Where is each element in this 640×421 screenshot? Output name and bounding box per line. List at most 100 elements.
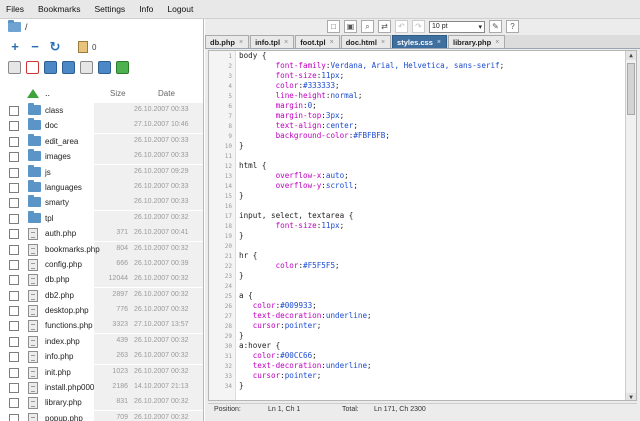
item-name[interactable]: config.php bbox=[45, 260, 82, 269]
size-column-header[interactable]: Size bbox=[110, 89, 126, 98]
item-name[interactable]: info.php bbox=[45, 352, 73, 361]
scroll-up-icon[interactable]: ▲ bbox=[626, 51, 636, 60]
scroll-down-icon[interactable]: ▼ bbox=[626, 393, 636, 400]
row-checkbox[interactable] bbox=[9, 398, 19, 409]
row-checkbox[interactable] bbox=[9, 413, 19, 421]
save-icon[interactable]: ▣ bbox=[344, 20, 357, 33]
copy-icon[interactable] bbox=[8, 61, 21, 74]
row-checkbox[interactable] bbox=[9, 367, 19, 378]
row-checkbox[interactable] bbox=[9, 182, 19, 193]
row-checkbox[interactable] bbox=[9, 352, 19, 363]
tab-library-php[interactable]: library.php × bbox=[448, 35, 506, 48]
tab-doc-html[interactable]: doc.html × bbox=[340, 35, 392, 48]
row-checkbox[interactable] bbox=[9, 198, 19, 209]
up-arrow-icon[interactable] bbox=[27, 89, 39, 98]
row-checkbox[interactable] bbox=[9, 244, 19, 255]
replace-icon[interactable]: ⇄ bbox=[378, 20, 391, 33]
close-icon[interactable]: × bbox=[239, 39, 243, 46]
list-item[interactable]: desktop.php 776 26.10.2007 00:32 bbox=[0, 303, 203, 319]
vertical-scrollbar[interactable]: ▲ ▼ bbox=[625, 51, 636, 400]
new-folder-icon[interactable] bbox=[98, 61, 111, 74]
list-item[interactable]: images 26.10.2007 00:33 bbox=[0, 149, 203, 165]
new-file-icon[interactable]: □ bbox=[327, 20, 340, 33]
row-checkbox[interactable] bbox=[9, 229, 19, 240]
cut-icon[interactable] bbox=[26, 61, 39, 74]
item-name[interactable]: desktop.php bbox=[45, 306, 89, 315]
redo-icon[interactable]: ↷ bbox=[412, 20, 425, 33]
tab-db-php[interactable]: db.php × bbox=[205, 35, 250, 48]
list-item[interactable]: config.php 666 26.10.2007 00:39 bbox=[0, 256, 203, 272]
list-item[interactable]: db.php 12044 26.10.2007 00:32 bbox=[0, 272, 203, 288]
item-name[interactable]: functions.php bbox=[45, 321, 93, 330]
row-checkbox[interactable] bbox=[9, 106, 19, 116]
close-icon[interactable]: × bbox=[437, 39, 441, 46]
list-item[interactable]: edit_area 26.10.2007 00:33 bbox=[0, 133, 203, 149]
item-name[interactable]: init.php bbox=[45, 368, 71, 377]
item-name[interactable]: bookmarks.php bbox=[45, 245, 100, 254]
menu-files[interactable]: Files bbox=[6, 4, 24, 14]
close-icon[interactable]: × bbox=[284, 39, 288, 46]
item-name[interactable]: db2.php bbox=[45, 291, 74, 300]
scroll-thumb[interactable] bbox=[627, 63, 635, 115]
find-icon[interactable]: ⌕ bbox=[361, 20, 374, 33]
item-name[interactable]: images bbox=[45, 152, 71, 161]
item-name[interactable]: smarty bbox=[45, 198, 69, 207]
row-checkbox[interactable] bbox=[9, 136, 19, 147]
list-item[interactable]: doc 27.10.2007 10:46 bbox=[0, 118, 203, 134]
close-icon[interactable]: × bbox=[495, 39, 499, 46]
close-icon[interactable]: × bbox=[330, 39, 334, 46]
clipboard-icon[interactable] bbox=[78, 41, 88, 53]
undo-icon[interactable]: ↶ bbox=[395, 20, 408, 33]
row-checkbox[interactable] bbox=[9, 213, 19, 224]
open-folder-icon[interactable] bbox=[44, 61, 57, 74]
list-item[interactable]: smarty 26.10.2007 00:33 bbox=[0, 195, 203, 211]
list-item[interactable]: library.php 831 26.10.2007 00:32 bbox=[0, 395, 203, 411]
list-item[interactable]: db2.php 2897 26.10.2007 00:32 bbox=[0, 287, 203, 303]
close-icon[interactable]: × bbox=[381, 39, 385, 46]
help-icon[interactable]: ? bbox=[506, 20, 519, 33]
item-name[interactable]: edit_area bbox=[45, 137, 78, 146]
item-name[interactable]: install.php000 bbox=[45, 383, 94, 392]
row-checkbox[interactable] bbox=[9, 290, 19, 301]
add-icon[interactable]: + bbox=[8, 40, 22, 54]
item-name[interactable]: library.php bbox=[45, 398, 82, 407]
refresh-icon[interactable]: ↻ bbox=[48, 40, 62, 54]
item-name[interactable]: doc bbox=[45, 121, 58, 130]
list-item[interactable]: popup.php 709 26.10.2007 00:32 bbox=[0, 410, 203, 421]
menu-settings[interactable]: Settings bbox=[94, 4, 125, 14]
row-checkbox[interactable] bbox=[9, 152, 19, 163]
list-item[interactable]: functions.php 3323 27.10.2007 13:57 bbox=[0, 318, 203, 334]
list-item[interactable]: class 26.10.2007 00:33 bbox=[0, 103, 203, 118]
list-item[interactable]: info.php 263 26.10.2007 00:32 bbox=[0, 349, 203, 365]
list-item[interactable]: languages 26.10.2007 00:33 bbox=[0, 179, 203, 195]
row-checkbox[interactable] bbox=[9, 383, 19, 394]
date-column-header[interactable]: Date bbox=[158, 89, 175, 98]
tab-foot-tpl[interactable]: foot.tpl × bbox=[295, 35, 340, 48]
menu-bookmarks[interactable]: Bookmarks bbox=[38, 4, 81, 14]
list-item[interactable]: init.php 1023 26.10.2007 00:32 bbox=[0, 364, 203, 380]
item-name[interactable]: languages bbox=[45, 183, 82, 192]
list-item[interactable]: auth.php 371 26.10.2007 00:41 bbox=[0, 226, 203, 242]
item-name[interactable]: index.php bbox=[45, 337, 80, 346]
code-editor[interactable]: 1 2 3 4 5 6 7 8 9 10 11 12 13 14 15 16 17 18 19 20 21 22 23 24 2… bbox=[208, 50, 637, 401]
remove-icon[interactable]: − bbox=[28, 40, 42, 54]
item-name[interactable]: popup.php bbox=[45, 414, 83, 421]
list-item[interactable]: tpl 26.10.2007 00:32 bbox=[0, 210, 203, 226]
row-checkbox[interactable] bbox=[9, 321, 19, 332]
row-checkbox[interactable] bbox=[9, 275, 19, 286]
row-checkbox[interactable] bbox=[9, 259, 19, 270]
highlight-toggle-icon[interactable]: ✎ bbox=[489, 20, 502, 33]
menu-logout[interactable]: Logout bbox=[167, 4, 193, 14]
tab-info-tpl[interactable]: info.tpl × bbox=[250, 35, 295, 48]
list-item[interactable]: index.php 439 26.10.2007 00:32 bbox=[0, 333, 203, 349]
item-name[interactable]: class bbox=[45, 106, 63, 115]
upload-icon[interactable] bbox=[116, 61, 129, 74]
parent-dir-link[interactable]: .. bbox=[45, 88, 50, 98]
list-item[interactable]: js 26.10.2007 09:29 bbox=[0, 164, 203, 180]
font-size-select[interactable]: 10 pt ▾ bbox=[429, 20, 485, 33]
row-checkbox[interactable] bbox=[9, 336, 19, 347]
trash-icon[interactable] bbox=[80, 61, 93, 74]
row-checkbox[interactable] bbox=[9, 306, 19, 317]
tab-styles-css[interactable]: styles.css × bbox=[392, 35, 447, 48]
menu-info[interactable]: Info bbox=[139, 4, 153, 14]
